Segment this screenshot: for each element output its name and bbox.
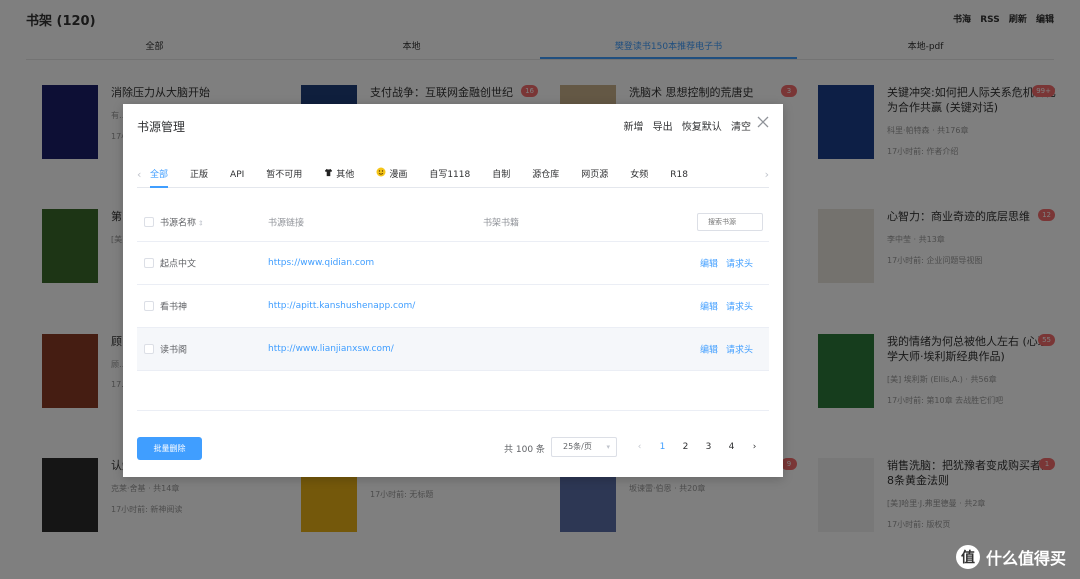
- tab-label: 漫画: [389, 170, 408, 180]
- add-source-button[interactable]: 新增: [623, 122, 643, 133]
- tab-label: 自写1118: [429, 170, 471, 180]
- tab-other[interactable]: 其他: [324, 166, 354, 188]
- row-actions: 编辑 请求头: [692, 257, 753, 270]
- prev-page-icon[interactable]: ‹: [628, 440, 651, 454]
- tab-label: 源仓库: [532, 170, 560, 180]
- tab-next-icon[interactable]: ›: [765, 166, 769, 184]
- header-name[interactable]: 书源名称 ⇕: [160, 215, 204, 228]
- tab-web-source[interactable]: 网页源: [581, 166, 608, 188]
- dialog-title: 书源管理: [137, 120, 186, 134]
- tab-self-written[interactable]: 自写1118: [429, 166, 470, 188]
- table-header: 书源名称 ⇕ 书源链接 书架书籍: [137, 202, 769, 242]
- next-page-icon[interactable]: ›: [743, 440, 766, 454]
- export-button[interactable]: 导出: [653, 122, 673, 133]
- dialog-actions: 新增 导出 恢复默认 清空: [617, 118, 751, 133]
- tab-label: API: [230, 170, 245, 180]
- page-size-select[interactable]: 25条/页 ▾: [551, 437, 617, 457]
- tab-repo[interactable]: 源仓库: [532, 166, 559, 188]
- tab-list: 全部 正版 API 暂不可用 其他 漫画 自写1118 自制 源仓库 网页源 女…: [150, 166, 710, 188]
- table-row-empty: [137, 371, 769, 411]
- row-checkbox[interactable]: [144, 344, 154, 354]
- table-footer: 批量删除 共 100 条 25条/页 ▾ ‹ 1 2 3 4 ›: [137, 437, 769, 460]
- page-3[interactable]: 3: [697, 440, 720, 454]
- search-input[interactable]: [697, 212, 763, 231]
- tab-api[interactable]: API: [230, 166, 244, 188]
- table-row: 读书阁 http://www.lianjianxsw.com/ 编辑 请求头: [137, 328, 769, 371]
- tab-unavailable[interactable]: 暂不可用: [266, 166, 302, 188]
- tab-r18[interactable]: R18: [670, 166, 688, 188]
- header-shelf: 书架书籍: [483, 218, 520, 228]
- brand-text: 什么值得买: [985, 549, 1066, 568]
- edit-button[interactable]: 编辑: [700, 260, 718, 270]
- pagination: ‹ 1 2 3 4 ›: [628, 440, 766, 454]
- page-1[interactable]: 1: [651, 440, 674, 454]
- tab-female[interactable]: 女频: [630, 166, 648, 188]
- source-url[interactable]: http://www.lianjianxsw.com/: [268, 344, 394, 354]
- row-actions: 编辑 请求头: [692, 300, 753, 313]
- tab-label: 女频: [630, 170, 649, 180]
- tab-all[interactable]: 全部: [150, 166, 169, 188]
- source-url[interactable]: http://apitt.kanshushenapp.com/: [268, 301, 415, 311]
- tab-label: 正版: [190, 170, 209, 180]
- header-url: 书源链接: [268, 218, 305, 228]
- clear-button[interactable]: 清空: [731, 122, 751, 133]
- tab-label: R18: [670, 170, 689, 180]
- table-row: 看书神 http://apitt.kanshushenapp.com/ 编辑 请求…: [137, 285, 769, 328]
- edit-button[interactable]: 编辑: [700, 303, 718, 313]
- row-checkbox[interactable]: [144, 301, 154, 311]
- source-url[interactable]: https://www.qidian.com: [268, 258, 374, 268]
- headers-button[interactable]: 请求头: [726, 260, 753, 270]
- page-2[interactable]: 2: [674, 440, 697, 454]
- tab-label: 网页源: [581, 170, 609, 180]
- sort-icon[interactable]: ⇕: [198, 219, 204, 227]
- source-name: 起点中文: [160, 259, 197, 270]
- edit-button[interactable]: 编辑: [700, 346, 718, 356]
- row-actions: 编辑 请求头: [692, 343, 753, 356]
- page-size-value: 25条/页: [563, 442, 592, 451]
- shirt-icon: [324, 166, 333, 184]
- source-tabs: ‹ 全部 正版 API 暂不可用 其他 漫画 自写1118 自制 源仓库 网页源…: [137, 166, 769, 188]
- chevron-down-icon: ▾: [606, 443, 610, 451]
- total-count: 共 100 条: [504, 445, 545, 455]
- brand-watermark: 值 什么值得买: [955, 545, 1066, 569]
- page-4[interactable]: 4: [720, 440, 743, 454]
- row-checkbox[interactable]: [144, 258, 154, 268]
- headers-button[interactable]: 请求头: [726, 346, 753, 356]
- tab-prev-icon[interactable]: ‹: [137, 166, 141, 184]
- tab-official[interactable]: 正版: [190, 166, 208, 188]
- brand-logo: 值: [955, 545, 980, 569]
- restore-default-button[interactable]: 恢复默认: [682, 122, 722, 133]
- source-manager-dialog: 书源管理 新增 导出 恢复默认 清空 ‹ 全部 正版 API 暂不可用 其他 漫…: [123, 104, 783, 477]
- source-name: 看书神: [160, 302, 188, 313]
- tab-label: 全部: [150, 170, 169, 180]
- tab-label: 自制: [492, 170, 511, 180]
- emoji-icon: [376, 166, 386, 184]
- headers-button[interactable]: 请求头: [726, 303, 753, 313]
- tab-label: 其他: [336, 170, 355, 180]
- source-table: 书源名称⇕ 书源链接 书架书籍 起点中文 https://www.qidian.…: [137, 202, 769, 411]
- table-row: 起点中文 https://www.qidian.com 编辑 请求头: [137, 242, 769, 285]
- source-name: 读书阁: [160, 345, 188, 356]
- batch-delete-button[interactable]: 批量删除: [137, 437, 202, 460]
- header-name-label: 书源名称: [160, 218, 197, 228]
- tab-custom[interactable]: 自制: [492, 166, 510, 188]
- close-icon[interactable]: [755, 114, 771, 130]
- select-all-checkbox[interactable]: [144, 216, 154, 227]
- tab-comic[interactable]: 漫画: [376, 166, 407, 188]
- tab-label: 暂不可用: [266, 170, 303, 180]
